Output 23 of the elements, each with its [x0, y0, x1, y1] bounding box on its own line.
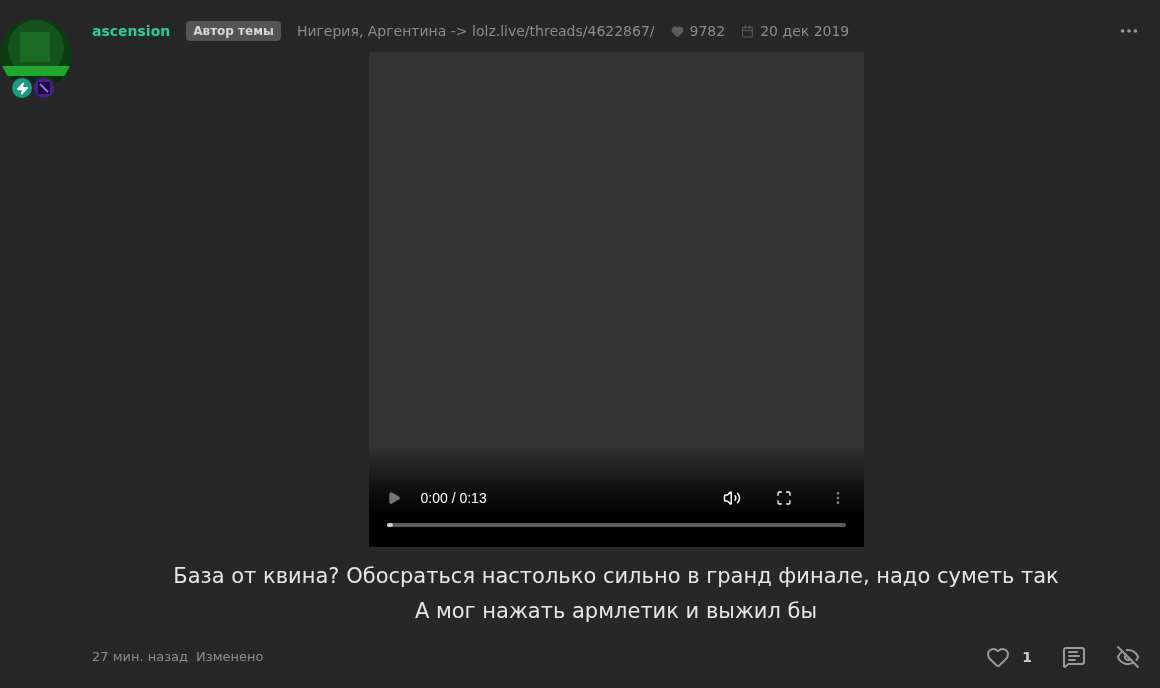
like-icon[interactable]	[986, 645, 1011, 669]
fullscreen-icon[interactable]	[775, 490, 792, 506]
reply-icon[interactable]	[1062, 645, 1086, 669]
thread-subtitle: Нигерия, Аргентина -> lolz.live/threads/4622867/	[296, 21, 655, 41]
video-time: 0:00 / 0:13	[420, 488, 487, 508]
post-text-line: База от квина? Обосраться настолько сильно в гранд финале, надо суметь так	[173, 563, 1059, 590]
calendar-icon	[741, 24, 755, 38]
post-time[interactable]: 27 мин. назад	[92, 647, 189, 667]
lightning-icon	[10, 76, 34, 100]
edited-label: Изменено	[196, 648, 264, 667]
game-logo-icon	[32, 76, 56, 100]
post-text-line: А мог нажать армлетик и выжил бы	[414, 598, 818, 625]
author-badge: Автор темы	[186, 21, 281, 41]
volume-icon[interactable]	[722, 489, 741, 507]
video-player[interactable]: 0:00 / 0:13	[368, 52, 864, 547]
post-date: 20 дек 2019	[760, 21, 850, 41]
likes-total: 9782	[689, 21, 726, 41]
like-count: 1	[1022, 647, 1032, 667]
progress-track[interactable]	[386, 523, 846, 527]
hide-icon[interactable]	[1116, 645, 1140, 669]
heart-icon	[670, 24, 684, 38]
play-icon[interactable]	[386, 491, 401, 505]
author-name[interactable]: ascension	[92, 20, 171, 42]
